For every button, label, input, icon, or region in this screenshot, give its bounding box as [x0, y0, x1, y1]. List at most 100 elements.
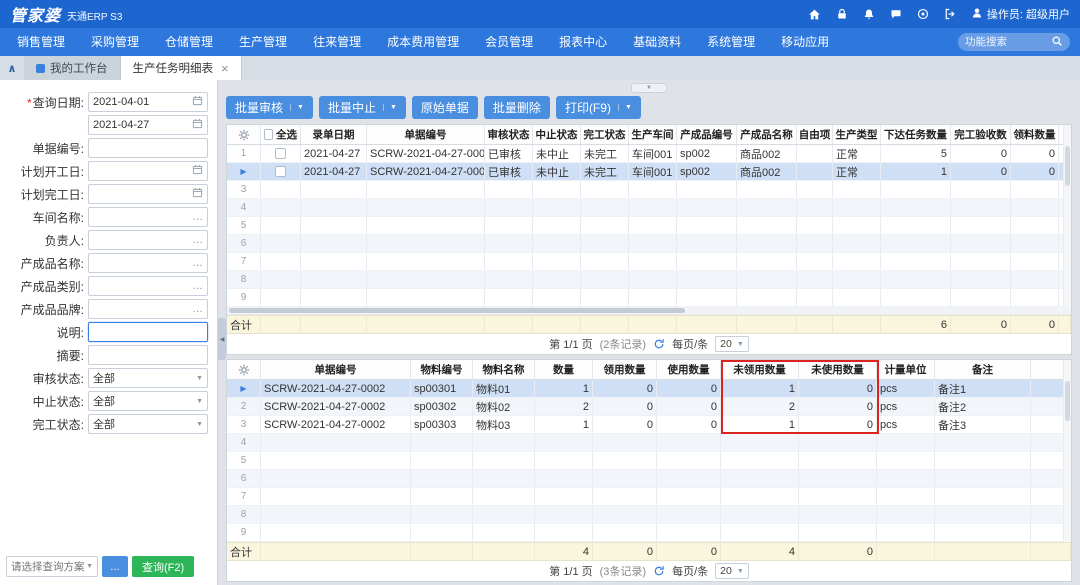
- function-search[interactable]: [958, 33, 1070, 51]
- product-brand-field[interactable]: …: [88, 299, 208, 319]
- plan-start-date-input[interactable]: [93, 165, 190, 177]
- manager-field[interactable]: …: [88, 230, 208, 250]
- query-date-from-field[interactable]: [88, 92, 208, 112]
- table-row[interactable]: 2SCRW-2021-04-27-0002sp00302物料0220020pcs…: [227, 398, 1071, 416]
- refresh-icon[interactable]: [653, 565, 665, 577]
- calendar-icon[interactable]: [192, 164, 203, 178]
- close-tab-icon[interactable]: ×: [221, 62, 229, 75]
- description-input[interactable]: [93, 326, 203, 338]
- column-header[interactable]: 领用数量: [593, 360, 657, 379]
- search-input[interactable]: [965, 36, 1047, 48]
- column-header[interactable]: 完工验收数: [951, 125, 1011, 144]
- bill-no-input[interactable]: [93, 142, 203, 154]
- product-category-input[interactable]: [93, 280, 190, 292]
- audit-status-field[interactable]: 全部▼: [88, 368, 208, 388]
- nav-item-purchase[interactable]: 采购管理: [78, 28, 152, 56]
- description-field[interactable]: [88, 322, 208, 342]
- product-name-field[interactable]: …: [88, 253, 208, 273]
- bell-icon[interactable]: [863, 8, 875, 20]
- suspend-status-field[interactable]: 全部▼: [88, 391, 208, 411]
- nav-item-reports[interactable]: 报表中心: [546, 28, 620, 56]
- query-scheme-select[interactable]: 请选择查询方案 ▼: [6, 556, 98, 577]
- product-brand-input[interactable]: [93, 303, 190, 315]
- column-header[interactable]: 中止状态: [533, 125, 581, 144]
- column-header[interactable]: 产成品名称: [737, 125, 797, 144]
- column-header[interactable]: 产成品编号: [677, 125, 737, 144]
- lookup-icon[interactable]: …: [192, 304, 203, 315]
- lookup-icon[interactable]: …: [192, 212, 203, 223]
- batch-audit-button[interactable]: 批量审核▼: [226, 96, 313, 119]
- batch-delete-button[interactable]: 批量删除: [484, 96, 550, 119]
- column-header[interactable]: 生产车间: [629, 125, 677, 144]
- date-from-input[interactable]: [93, 96, 190, 108]
- vertical-scrollbar[interactable]: [1063, 125, 1071, 307]
- lookup-icon[interactable]: …: [192, 235, 203, 246]
- select-all-checkbox[interactable]: [264, 129, 273, 140]
- column-header[interactable]: 使用数量: [657, 360, 721, 379]
- chevron-down-icon[interactable]: ▼: [383, 104, 397, 111]
- page-size-select[interactable]: 20▼: [715, 563, 749, 579]
- row-checkbox[interactable]: [275, 148, 286, 159]
- calendar-icon[interactable]: [192, 95, 203, 109]
- chevron-down-icon[interactable]: ▼: [290, 104, 304, 111]
- summary-input[interactable]: [93, 349, 203, 361]
- workshop-name-input[interactable]: [93, 211, 190, 223]
- column-header[interactable]: 单据编号: [367, 125, 485, 144]
- home-icon[interactable]: [808, 8, 821, 21]
- scrollbar-thumb[interactable]: [1065, 146, 1070, 186]
- refresh-icon[interactable]: [653, 338, 665, 350]
- message-icon[interactable]: [890, 8, 902, 20]
- nav-item-base-data[interactable]: 基础资料: [620, 28, 694, 56]
- calendar-icon[interactable]: [192, 118, 203, 132]
- lookup-icon[interactable]: …: [192, 281, 203, 292]
- column-header[interactable]: 完工状态: [581, 125, 629, 144]
- grid-settings-icon[interactable]: [227, 125, 261, 144]
- vertical-scrollbar[interactable]: [1063, 360, 1071, 542]
- calendar-icon[interactable]: [192, 187, 203, 201]
- collapse-tabs-icon[interactable]: ∧: [0, 56, 24, 80]
- nav-item-production[interactable]: 生产管理: [226, 28, 300, 56]
- date-to-input[interactable]: [93, 119, 190, 131]
- nav-item-mobile[interactable]: 移动应用: [768, 28, 842, 56]
- scrollbar-thumb[interactable]: [229, 308, 685, 313]
- nav-item-cost-expense[interactable]: 成本费用管理: [374, 28, 472, 56]
- nav-item-warehouse[interactable]: 仓储管理: [152, 28, 226, 56]
- row-checkbox[interactable]: [275, 166, 286, 177]
- column-header[interactable]: 单据编号: [261, 360, 411, 379]
- finish-status-field[interactable]: 全部▼: [88, 414, 208, 434]
- table-row[interactable]: 12021-04-27SCRW-2021-04-27-0001已审核未中止未完工…: [227, 145, 1071, 163]
- manager-input[interactable]: [93, 234, 190, 246]
- nav-item-system[interactable]: 系统管理: [694, 28, 768, 56]
- column-header[interactable]: 物料名称: [473, 360, 535, 379]
- column-header[interactable]: 审核状态: [485, 125, 533, 144]
- horizontal-scrollbar[interactable]: [227, 307, 1071, 315]
- plan-finish-date-field[interactable]: [88, 184, 208, 204]
- column-header[interactable]: 数量: [535, 360, 593, 379]
- column-header[interactable]: 备注: [935, 360, 1031, 379]
- table-row[interactable]: 3SCRW-2021-04-27-0002sp00303物料0310010pcs…: [227, 416, 1071, 434]
- print-button[interactable]: 打印(F9)▼: [556, 96, 641, 119]
- column-header[interactable]: 领料数量: [1011, 125, 1059, 144]
- collapse-toolbar-button[interactable]: ▼: [631, 83, 667, 93]
- scrollbar-thumb[interactable]: [1065, 381, 1070, 421]
- table-row[interactable]: ▶2021-04-27SCRW-2021-04-27-0002已审核未中止未完工…: [227, 163, 1071, 181]
- workshop-name-field[interactable]: …: [88, 207, 208, 227]
- product-name-input[interactable]: [93, 257, 190, 269]
- column-header[interactable]: 计量单位: [877, 360, 935, 379]
- scheme-more-button[interactable]: ...: [102, 556, 128, 577]
- tab-my-workbench[interactable]: 我的工作台: [24, 56, 121, 80]
- grid-settings-icon[interactable]: [227, 360, 261, 379]
- batch-suspend-button[interactable]: 批量中止▼: [319, 96, 406, 119]
- plan-start-date-field[interactable]: [88, 161, 208, 181]
- summary-field[interactable]: [88, 345, 208, 365]
- lookup-icon[interactable]: …: [192, 258, 203, 269]
- column-header[interactable]: 未使用数量: [799, 360, 877, 379]
- chevron-down-icon[interactable]: ▼: [618, 104, 632, 111]
- column-header[interactable]: 未领用数量: [721, 360, 799, 379]
- nav-item-member[interactable]: 会员管理: [472, 28, 546, 56]
- product-category-field[interactable]: …: [88, 276, 208, 296]
- service-icon[interactable]: [917, 8, 929, 20]
- column-header[interactable]: 下达任务数量: [881, 125, 951, 144]
- nav-item-contacts[interactable]: 往来管理: [300, 28, 374, 56]
- logout-icon[interactable]: [944, 8, 956, 20]
